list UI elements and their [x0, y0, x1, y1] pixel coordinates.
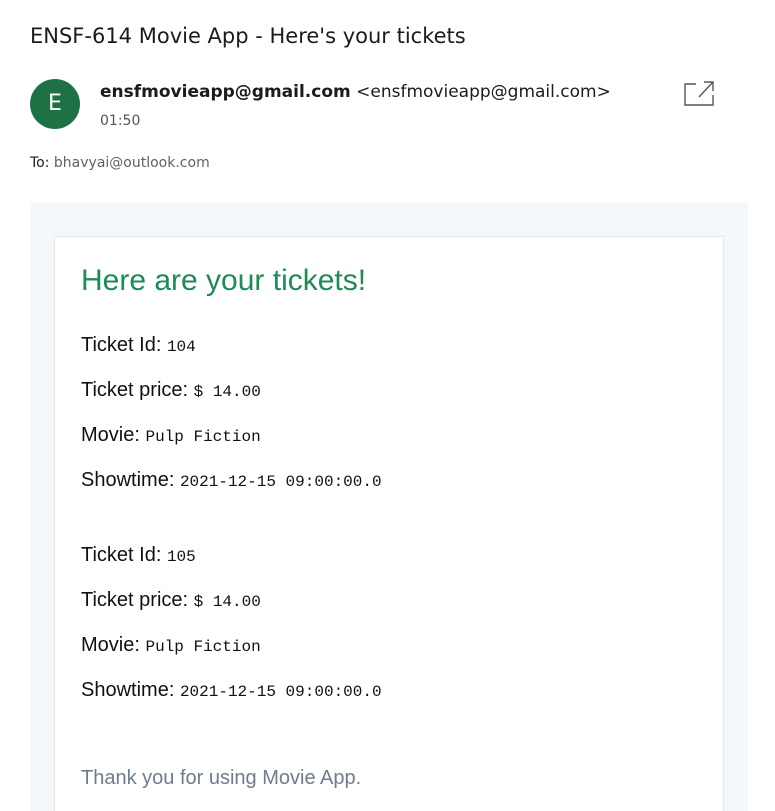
- movie-label: Movie:: [81, 634, 140, 656]
- ticket-2-price-row: Ticket price: $ 14.00: [81, 589, 261, 612]
- ticket-price-value: $ 14.00: [193, 383, 261, 401]
- recipients-line: To: bhavyai@outlook.com: [30, 155, 210, 171]
- showtime-value: 2021-12-15 09:00:00.0: [179, 473, 382, 491]
- sender-avatar[interactable]: E: [30, 79, 80, 129]
- ticket-id-value: 105: [166, 548, 196, 566]
- showtime-label: Showtime:: [81, 679, 175, 701]
- ticket-1-movie-row: Movie: Pulp Fiction: [81, 424, 261, 447]
- showtime-value: 2021-12-15 09:00:00.0: [179, 683, 382, 701]
- ticket-id-label: Ticket Id:: [81, 334, 162, 356]
- email-subject: ENSF-614 Movie App - Here's your tickets: [30, 24, 466, 48]
- ticket-price-value: $ 14.00: [193, 593, 261, 611]
- ticket-price-label: Ticket price:: [81, 379, 189, 401]
- email-reading-pane: ENSF-614 Movie App - Here's your tickets…: [0, 0, 775, 811]
- ticket-2-movie-row: Movie: Pulp Fiction: [81, 634, 261, 657]
- open-in-new-window-button[interactable]: [682, 79, 716, 109]
- to-label: To:: [30, 155, 50, 171]
- ticket-id-value: 104: [166, 338, 196, 356]
- recipient-address[interactable]: bhavyai@outlook.com: [54, 155, 210, 171]
- movie-label: Movie:: [81, 424, 140, 446]
- sender-line: ensfmovieapp@gmail.com <ensfmovieapp@gma…: [100, 82, 611, 102]
- movie-value: Pulp Fiction: [145, 428, 261, 446]
- sender-address[interactable]: <ensfmovieapp@gmail.com>: [356, 82, 611, 102]
- ticket-1-id-row: Ticket Id: 104: [81, 334, 196, 357]
- movie-value: Pulp Fiction: [145, 638, 261, 656]
- email-time: 01:50: [100, 113, 141, 129]
- ticket-2-showtime-row: Showtime: 2021-12-15 09:00:00.0: [81, 679, 382, 702]
- open-in-new-window-icon: [684, 81, 714, 106]
- ticket-2-id-row: Ticket Id: 105: [81, 544, 196, 567]
- footer-message: Thank you for using Movie App.: [81, 767, 362, 789]
- sender-name[interactable]: ensfmovieapp@gmail.com: [100, 82, 351, 102]
- ticket-price-label: Ticket price:: [81, 589, 189, 611]
- ticket-1-price-row: Ticket price: $ 14.00: [81, 379, 261, 402]
- email-heading: Here are your tickets!: [81, 264, 367, 297]
- email-body-card: [54, 236, 724, 811]
- ticket-1-showtime-row: Showtime: 2021-12-15 09:00:00.0: [81, 469, 382, 492]
- ticket-id-label: Ticket Id:: [81, 544, 162, 566]
- showtime-label: Showtime:: [81, 469, 175, 491]
